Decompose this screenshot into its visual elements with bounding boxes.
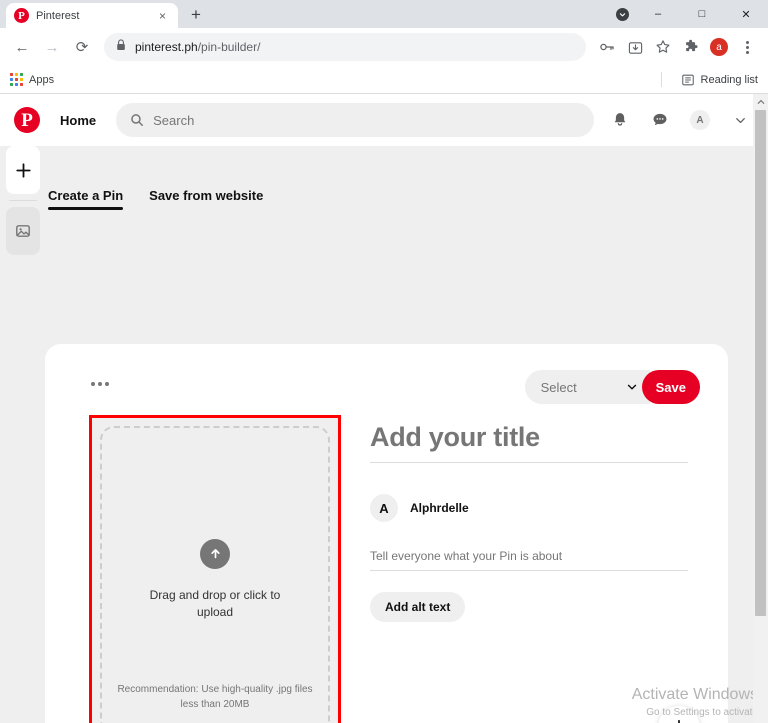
tab-create-a-pin[interactable]: Create a Pin (48, 188, 123, 210)
nav-home-link[interactable]: Home (52, 113, 104, 128)
upload-dropzone-annotation: Drag and drop or click to upload Recomme… (89, 415, 341, 723)
pin-description-placeholder: Tell everyone what your Pin is about (370, 549, 688, 563)
upload-arrow-icon (200, 539, 230, 569)
search-placeholder: Search (153, 113, 194, 128)
window-controls-group: – □ ✕ (608, 0, 768, 28)
pin-title-placeholder: Add your title (370, 422, 688, 453)
pinterest-logo[interactable]: P (14, 107, 40, 133)
bookmark-apps[interactable]: Apps (10, 73, 54, 86)
chevron-down-icon[interactable] (726, 106, 754, 134)
bookmarks-divider (661, 72, 662, 87)
browser-titlebar: P Pinterest × + – □ ✕ (0, 0, 768, 28)
author-name: Alphrdelle (410, 501, 469, 515)
bookmark-star-icon[interactable] (650, 33, 676, 61)
pin-description-field[interactable]: Tell everyone what your Pin is about (370, 549, 688, 571)
install-icon[interactable] (622, 33, 648, 61)
downloads-icon[interactable] (608, 0, 636, 28)
tab-title: Pinterest (36, 10, 148, 22)
forward-icon[interactable]: → (38, 33, 66, 61)
reading-list-icon (681, 73, 695, 87)
apps-grid-icon (10, 73, 23, 86)
search-input[interactable]: Search (116, 103, 594, 137)
browser-window: P Pinterest × + – □ ✕ ← → ⟳ (0, 0, 768, 723)
upload-recommendation: Recommendation: Use high-quality .jpg fi… (116, 682, 314, 712)
url-path: /pin-builder/ (198, 40, 261, 54)
lock-icon (116, 38, 126, 56)
url-domain: pinterest.ph (135, 40, 198, 54)
scroll-up-icon[interactable] (753, 94, 768, 109)
image-icon (15, 223, 31, 239)
left-sidebar (0, 146, 46, 723)
pin-form: Add your title A Alphrdelle Tell everyon… (370, 422, 688, 622)
tab-save-from-website[interactable]: Save from website (149, 188, 263, 210)
reload-icon[interactable]: ⟳ (68, 33, 96, 61)
message-icon[interactable] (646, 106, 674, 134)
reading-list-label: Reading list (701, 74, 758, 86)
maximize-button[interactable]: □ (680, 0, 724, 28)
create-fab[interactable]: + (658, 706, 700, 723)
url-text: pinterest.ph/pin-builder/ (135, 40, 260, 54)
add-alt-text-button[interactable]: Add alt text (370, 592, 465, 622)
browser-toolbar: ← → ⟳ pinterest.ph/pin-builder/ a (0, 28, 768, 66)
pin-builder-card: Select Save Drag and drop or click to up… (45, 344, 728, 723)
profile-initial: a (710, 38, 728, 56)
bookmark-apps-label: Apps (29, 74, 54, 86)
account-avatar[interactable]: A (686, 106, 714, 134)
sidebar-item-create-pin[interactable] (6, 146, 40, 194)
search-icon (130, 113, 144, 127)
browser-tab-pinterest[interactable]: P Pinterest × (6, 3, 178, 28)
address-bar[interactable]: pinterest.ph/pin-builder/ (104, 33, 586, 61)
board-select[interactable]: Select (525, 370, 650, 404)
avatar: A (370, 494, 398, 522)
card-more-menu-icon[interactable] (91, 382, 109, 386)
upload-prompt: Drag and drop or click to upload (140, 587, 290, 622)
reading-list-button[interactable]: Reading list (681, 73, 758, 87)
close-icon[interactable]: × (155, 8, 170, 23)
chevron-down-icon (626, 381, 638, 393)
window-close-button[interactable]: ✕ (724, 0, 768, 28)
pin-builder-tabs: Create a Pin Save from website (48, 188, 263, 210)
sidebar-divider (9, 200, 37, 201)
extensions-puzzle-icon[interactable] (678, 33, 704, 61)
three-dot-menu-icon[interactable] (734, 33, 760, 61)
save-button[interactable]: Save (642, 370, 700, 404)
page-viewport: P Home Search A (0, 94, 768, 723)
new-tab-button[interactable]: + (183, 1, 209, 27)
pin-title-field[interactable]: Add your title (370, 422, 688, 463)
plus-icon (15, 162, 32, 179)
page-scrollbar[interactable] (753, 94, 768, 723)
key-icon[interactable] (594, 33, 620, 61)
author-row: A Alphrdelle (370, 494, 688, 522)
bell-icon[interactable] (606, 106, 634, 134)
scrollbar-thumb[interactable] (755, 110, 766, 616)
profile-avatar[interactable]: a (706, 33, 732, 61)
bookmarks-bar: Apps Reading list (0, 66, 768, 94)
pinterest-body: Create a Pin Save from website Select Sa… (0, 146, 768, 723)
back-icon[interactable]: ← (8, 33, 36, 61)
card-actions: Select Save (525, 370, 700, 404)
sidebar-item-pin-library[interactable] (6, 207, 40, 255)
minimize-button[interactable]: – (636, 0, 680, 28)
upload-dropzone[interactable]: Drag and drop or click to upload Recomme… (100, 426, 330, 723)
pinterest-icon: P (14, 8, 29, 23)
pinterest-header: P Home Search A (0, 94, 768, 146)
board-select-label: Select (541, 380, 577, 395)
account-initial: A (690, 110, 710, 130)
tab-strip: P Pinterest × + (0, 0, 209, 28)
